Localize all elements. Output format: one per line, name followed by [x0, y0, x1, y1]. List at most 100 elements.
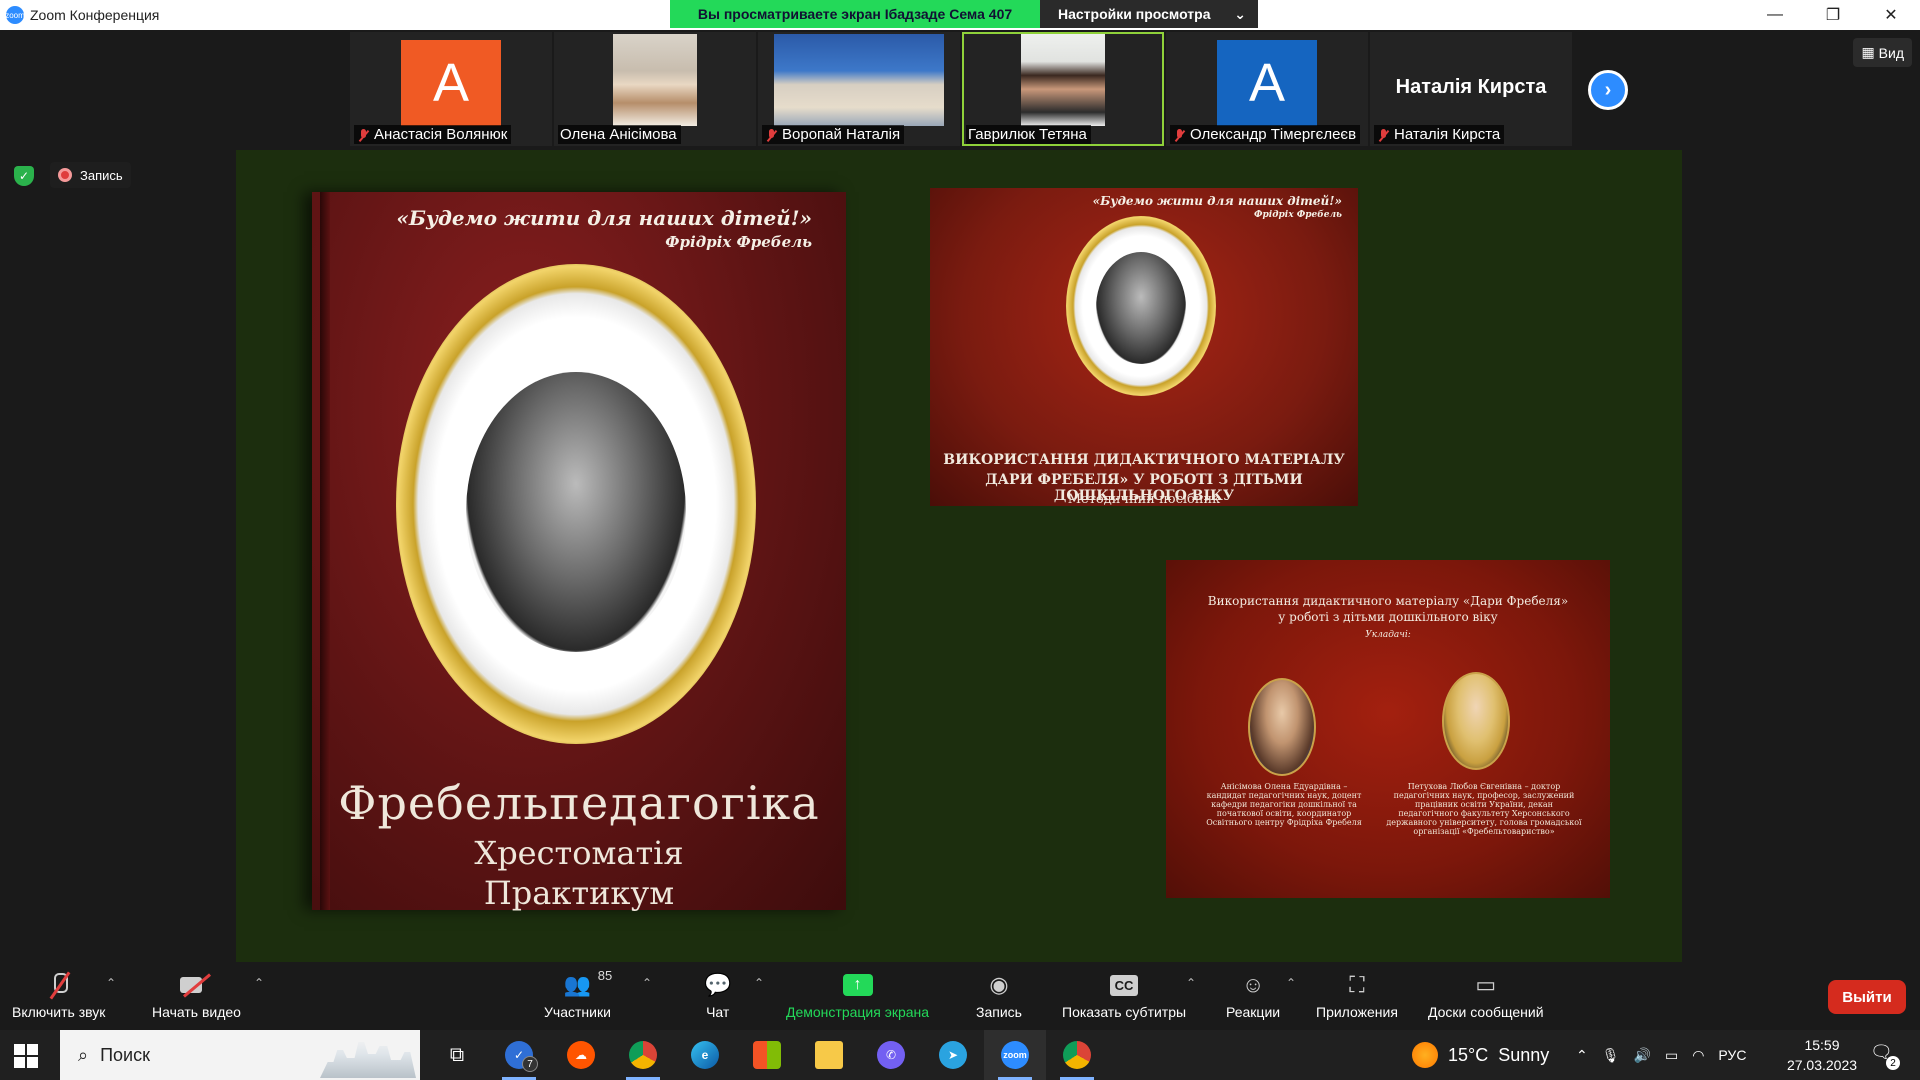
people-icon: 👥 — [563, 972, 592, 997]
mic-off-icon — [46, 971, 72, 999]
language-indicator[interactable]: РУС — [1718, 1047, 1746, 1063]
taskbar-search[interactable]: ⌕ Поиск — [60, 1030, 420, 1080]
quote-author: Фрідріх Фребель — [665, 233, 812, 251]
book-subtitle: Практикум — [483, 874, 675, 912]
book-subtitle: Хрестоматія — [474, 834, 684, 872]
chevron-up-icon[interactable]: ⌃ — [642, 976, 652, 990]
participant-label: Гаврилюк Тетяна — [966, 125, 1091, 144]
edge-app[interactable]: e — [674, 1030, 736, 1080]
window-controls: — ❐ ✕ — [1746, 0, 1920, 30]
view-settings-dropdown[interactable]: Настройки просмотра ⌄ — [1040, 0, 1258, 28]
record-button[interactable]: ◉ Запись — [976, 968, 1022, 1020]
book-title: Фребельпедагогіка — [338, 776, 820, 830]
viber-app[interactable]: ✆ — [860, 1030, 922, 1080]
view-button-label: Вид — [1878, 44, 1904, 61]
chevron-up-icon[interactable]: ⌃ — [1576, 1047, 1588, 1064]
store-icon — [753, 1041, 781, 1069]
participant-label: Наталія Кирста — [1374, 125, 1505, 144]
participant-label: Олександр Тімергєлеєв — [1170, 125, 1361, 144]
chevron-down-icon: ⌄ — [1234, 5, 1246, 22]
zoom-icon: zoom — [1001, 1041, 1029, 1069]
cc-icon: CC — [1109, 974, 1139, 996]
participant-strip: A Анастасія Волянюк Олена Анісімова Воро… — [350, 32, 1574, 146]
chevron-up-icon[interactable]: ⌃ — [1286, 976, 1296, 990]
edge-icon: e — [691, 1041, 719, 1069]
minimize-button[interactable]: — — [1746, 0, 1804, 30]
recording-label: Запись — [80, 167, 123, 183]
participants-label: Участники — [544, 1004, 611, 1020]
avatar: A — [401, 40, 501, 126]
todo-app[interactable]: ✓ 7 — [488, 1030, 550, 1080]
record-icon: ◉ — [989, 972, 1009, 997]
back-cover-heading: у роботі з дітьми дошкільного віку — [1278, 610, 1498, 624]
participant-tile[interactable]: Воропай Наталія — [758, 32, 960, 146]
chevron-up-icon[interactable]: ⌃ — [1186, 976, 1196, 990]
notifications-button[interactable]: 🗨 2 — [1870, 1042, 1900, 1070]
microphone-icon[interactable]: 🎙 — [1602, 1047, 1620, 1064]
chrome-app[interactable] — [612, 1030, 674, 1080]
participant-tile[interactable]: Олена Анісімова — [554, 32, 756, 146]
view-settings-label: Настройки просмотра — [1058, 6, 1211, 22]
unmute-button[interactable]: Включить звук — [12, 968, 105, 1020]
participant-name: Гаврилюк Тетяна — [968, 126, 1087, 143]
participants-button[interactable]: 👥 85 Участники — [544, 968, 612, 1020]
wifi-icon[interactable]: ◠ — [1692, 1047, 1704, 1064]
file-explorer-app[interactable] — [798, 1030, 860, 1080]
taskbar-apps: ⧉ ✓ 7 ☁ e ✆ ➤ zoom — [426, 1030, 1108, 1080]
unmute-label: Включить звук — [12, 1004, 106, 1020]
chat-button[interactable]: 💬 Чат — [704, 968, 731, 1020]
book-back-cover: Використання дидактичного матеріалу «Дар… — [1166, 560, 1610, 898]
chrome-profile-app[interactable] — [1046, 1030, 1108, 1080]
share-screen-button[interactable]: ↑ Демонстрация экрана — [786, 968, 929, 1020]
smiley-icon: ☺ — [1241, 972, 1265, 997]
zoom-logo-icon: zoom — [5, 6, 25, 24]
next-page-button[interactable]: › — [1588, 70, 1628, 110]
chevron-up-icon[interactable]: ⌃ — [754, 976, 764, 990]
participant-tile[interactable]: A Олександр Тімергєлеєв — [1166, 32, 1368, 146]
video-feed — [1021, 34, 1105, 126]
participant-tile-active-speaker[interactable]: Гаврилюк Тетяна — [962, 32, 1164, 146]
clock[interactable]: 15:59 27.03.2023 — [1772, 1035, 1872, 1075]
telegram-app[interactable]: ➤ — [922, 1030, 984, 1080]
chevron-up-icon[interactable]: ⌃ — [254, 976, 264, 990]
recording-indicator[interactable]: Запись — [50, 162, 131, 188]
leave-button[interactable]: Выйти — [1828, 980, 1906, 1014]
chevron-up-icon[interactable]: ⌃ — [106, 976, 116, 990]
store-app[interactable] — [736, 1030, 798, 1080]
close-button[interactable]: ✕ — [1862, 0, 1920, 30]
participant-tile[interactable]: A Анастасія Волянюк — [350, 32, 552, 146]
restore-button[interactable]: ❐ — [1804, 0, 1862, 30]
book-cover-manual: «Будемо жити для наших дітей!» Фрідріх Ф… — [930, 188, 1358, 507]
meeting-toolbar: Включить звук ⌃ Начать видео ⌃ 👥 85 Участ… — [0, 962, 1920, 1030]
shared-screen: «Будемо жити для наших дітей!» Фрідріх Ф… — [236, 150, 1682, 962]
participant-tile[interactable]: Наталія Кирста Наталія Кирста — [1370, 32, 1572, 146]
start-video-button[interactable]: Начать видео — [152, 968, 241, 1020]
mic-muted-icon — [1376, 128, 1390, 142]
chevron-right-icon: › — [1604, 78, 1612, 101]
search-placeholder: Поиск — [100, 1044, 150, 1065]
battery-icon[interactable]: ▭ — [1665, 1047, 1678, 1064]
task-view-button[interactable]: ⧉ — [426, 1030, 488, 1080]
reactions-label: Реакции — [1226, 1004, 1281, 1020]
mic-muted-icon — [356, 128, 370, 142]
search-icon: ⌕ — [78, 1044, 89, 1065]
weather-widget[interactable]: 15°C Sunny — [1412, 1030, 1549, 1080]
reactions-button[interactable]: ☺ Реакции — [1226, 968, 1280, 1020]
apps-button[interactable]: ⛶ Приложения — [1316, 968, 1398, 1020]
soundcloud-app[interactable]: ☁ — [550, 1030, 612, 1080]
chat-bubble-icon: 💬 — [704, 972, 732, 997]
todo-badge: 7 — [522, 1056, 538, 1072]
share-screen-label: Демонстрация экрана — [786, 1004, 930, 1020]
book-subtitle: Методичний посібник — [1067, 492, 1221, 507]
zoom-app[interactable]: zoom — [984, 1030, 1046, 1080]
windows-start-button[interactable] — [14, 1044, 38, 1068]
show-captions-button[interactable]: CC Показать субтитры — [1062, 968, 1186, 1020]
author-caption: Петухова Любов Євгенівна – доктор педаго… — [1386, 782, 1582, 836]
view-button[interactable]: ▦ Вид — [1853, 38, 1912, 67]
speaker-icon[interactable]: 🔊 — [1634, 1047, 1651, 1064]
whiteboards-button[interactable]: ▭ Доски сообщений — [1428, 968, 1544, 1020]
chrome-icon — [629, 1041, 657, 1069]
participant-name: Олександр Тімергєлеєв — [1190, 126, 1357, 143]
author-photo — [1248, 678, 1316, 776]
shield-check-icon[interactable]: ✓ — [14, 166, 34, 186]
